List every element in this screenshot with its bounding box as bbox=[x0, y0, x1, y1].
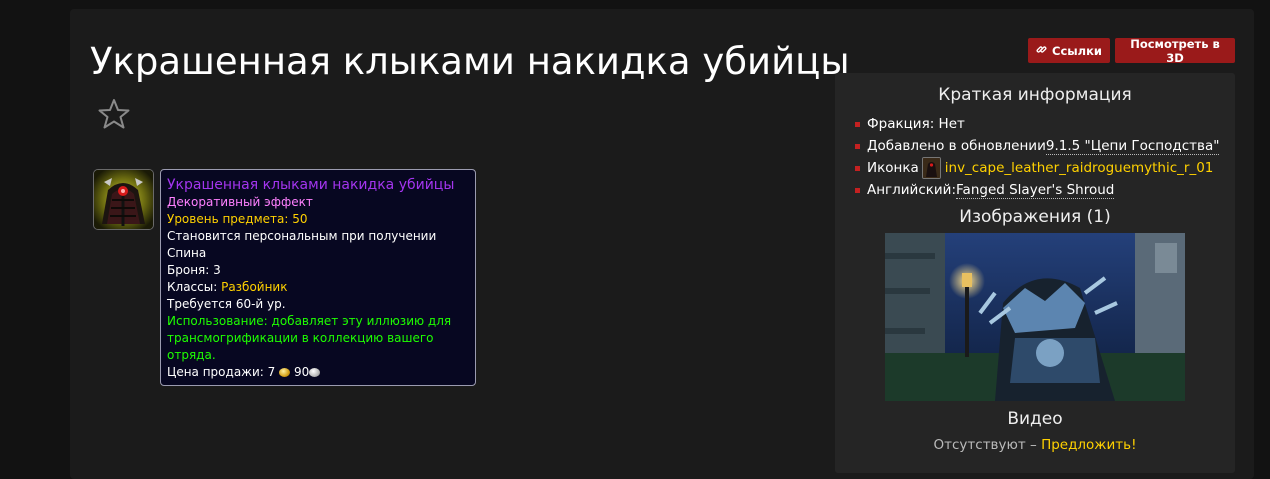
bullet bbox=[855, 143, 860, 149]
icon-label: Иконка bbox=[867, 160, 919, 176]
patch-link[interactable]: 9.1.5 "Цепи Господства" bbox=[1045, 138, 1220, 155]
cape-icon bbox=[921, 157, 941, 179]
tooltip-cosmetic: Декоративный эффект bbox=[167, 195, 313, 209]
tooltip-classes: Классы: Разбойник bbox=[167, 279, 469, 296]
quick-info-sidebar: Краткая информация Фракция: Нет Добавлен… bbox=[835, 73, 1235, 473]
video-none-label: Отсутствуют – bbox=[933, 437, 1042, 453]
tooltip-item-name: Украшенная клыками накидка убийцы bbox=[167, 177, 455, 193]
links-button[interactable]: Ссылки bbox=[1028, 38, 1110, 63]
sell-price-label: Цена продажи: bbox=[167, 365, 268, 379]
tooltip-item-level: Уровень предмета: 50 bbox=[167, 212, 308, 226]
quick-info-list: Фракция: Нет Добавлено в обновлении 9.1.… bbox=[855, 113, 1220, 201]
link-icon bbox=[1036, 44, 1047, 58]
favorite-star-icon[interactable] bbox=[96, 96, 132, 132]
view-3d-button[interactable]: Посмотреть в 3D bbox=[1115, 37, 1235, 65]
tooltip-use-line-2: трансмогрификации в коллекцию вашего bbox=[167, 331, 434, 345]
icon-name-link[interactable]: inv_cape_leather_raidroguemythic_r_01 bbox=[945, 157, 1214, 179]
tooltip-armor: Броня: 3 bbox=[167, 263, 221, 277]
suggest-video-link[interactable]: Предложить! bbox=[1041, 437, 1136, 453]
quick-info-title: Краткая информация bbox=[938, 85, 1132, 105]
tooltip-binding: Становится персональным при получении bbox=[167, 229, 437, 243]
sell-silver-value: 90 bbox=[293, 365, 310, 379]
english-name-link[interactable]: Fanged Slayer's Shroud bbox=[956, 182, 1115, 199]
added-label: Добавлено в обновлении bbox=[867, 138, 1046, 154]
english-label: Английский: bbox=[867, 182, 957, 198]
bullet bbox=[855, 165, 860, 171]
gold-coin-icon bbox=[279, 368, 291, 377]
bullet bbox=[855, 121, 860, 127]
images-title: Изображения (1) bbox=[959, 207, 1111, 227]
bullet bbox=[855, 187, 860, 193]
list-item-icon: Иконка inv_cape_leather_raidroguemythic_… bbox=[855, 157, 1219, 179]
faction-text: Фракция: Нет bbox=[867, 116, 965, 132]
tooltip-use-line-1: Использование: добавляет эту иллюзию для bbox=[167, 314, 452, 328]
screenshot-thumbnail[interactable] bbox=[885, 233, 1185, 401]
tooltip-sell-price: Цена продажи: 7 90 bbox=[167, 364, 469, 381]
list-item-added-in-patch: Добавлено в обновлении 9.1.5 "Цепи Госпо… bbox=[855, 135, 1220, 157]
tooltip-class-rogue-link[interactable]: Разбойник bbox=[221, 280, 287, 294]
sell-gold-value: 7 bbox=[267, 365, 276, 379]
item-tooltip: Украшенная клыками накидка убийцы Декора… bbox=[160, 169, 476, 386]
item-icon[interactable] bbox=[93, 169, 154, 230]
tooltip-use-line-3: отряда. bbox=[167, 348, 216, 362]
tooltip-classes-label: Классы: bbox=[167, 280, 222, 294]
silver-coin-icon bbox=[309, 368, 321, 377]
list-item-faction: Фракция: Нет bbox=[855, 113, 1219, 135]
video-none-text: Отсутствуют – Предложить! bbox=[835, 437, 1235, 453]
video-title: Видео bbox=[1007, 409, 1063, 429]
list-item-english-name: Английский: Fanged Slayer's Shroud bbox=[855, 179, 1219, 201]
page-title: Украшенная клыками накидка убийцы bbox=[90, 40, 850, 83]
tooltip-slot: Спина bbox=[167, 246, 207, 260]
tooltip-requires-level: Требуется 60-й ур. bbox=[167, 297, 286, 311]
links-button-label: Ссылки bbox=[1052, 43, 1102, 58]
